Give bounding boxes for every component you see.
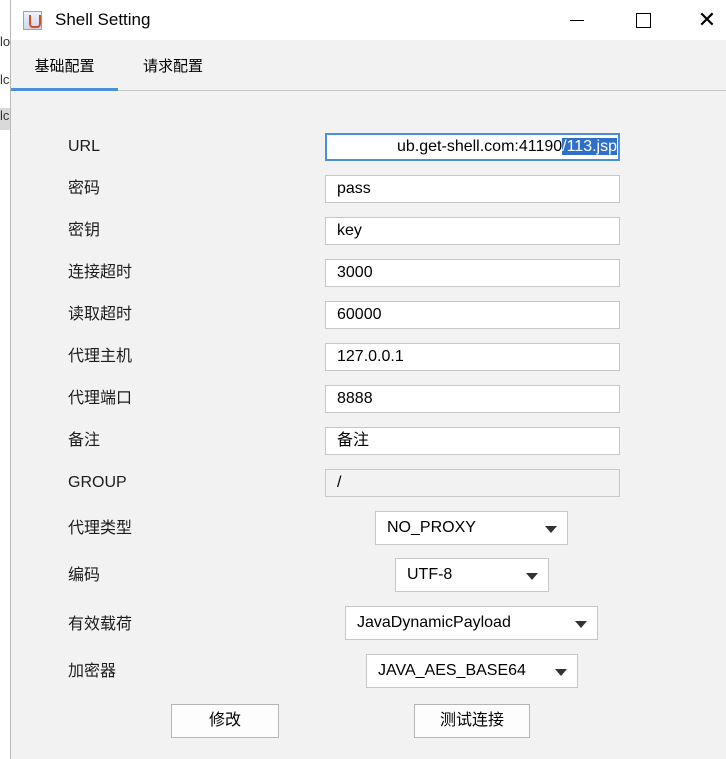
maximize-button[interactable]	[615, 0, 671, 40]
password-input[interactable]: pass	[325, 175, 620, 203]
password-label: 密码	[68, 180, 101, 197]
proxy-type-select[interactable]: NO_PROXY	[375, 511, 568, 545]
url-selected-text: /113.jsp	[562, 138, 617, 155]
remark-label: 备注	[68, 432, 101, 449]
payload-label: 有效载荷	[68, 616, 133, 633]
background-list-item-selected: lc	[0, 108, 10, 130]
connect-timeout-input[interactable]: 3000	[325, 259, 620, 287]
background-list-item: lc	[0, 72, 10, 87]
url-label: URL	[68, 138, 101, 155]
proxy-port-label: 代理端口	[68, 390, 133, 407]
close-icon: ✕	[697, 7, 717, 32]
tab-basic-config[interactable]: 基础配置	[11, 40, 118, 91]
proxy-host-input[interactable]: 127.0.0.1	[325, 343, 620, 371]
chevron-down-icon	[555, 669, 567, 676]
shell-setting-dialog: Shell Setting ✕ 基础配置 请求配置 URL 密码 密钥 连接超时…	[11, 0, 726, 759]
chevron-down-icon	[526, 573, 538, 580]
encoding-label: 编码	[68, 567, 101, 584]
encryptor-label: 加密器	[68, 663, 117, 680]
read-timeout-label: 读取超时	[68, 306, 133, 323]
maximize-icon	[635, 12, 651, 28]
close-button[interactable]: ✕	[679, 0, 726, 40]
encryptor-select[interactable]: JAVA_AES_BASE64	[366, 654, 578, 688]
connect-timeout-label: 连接超时	[68, 264, 133, 281]
java-app-icon	[23, 10, 42, 30]
minimize-button[interactable]	[549, 0, 605, 40]
proxy-port-input[interactable]: 8888	[325, 385, 620, 413]
proxy-host-label: 代理主机	[68, 348, 133, 365]
key-label: 密钥	[68, 222, 101, 239]
payload-value: JavaDynamicPayload	[357, 614, 511, 631]
chevron-down-icon	[575, 621, 587, 628]
background-list-item: lo	[0, 34, 11, 49]
url-input[interactable]: ub.get-shell.com:41190/113.jsp	[325, 133, 620, 161]
payload-select[interactable]: JavaDynamicPayload	[345, 606, 598, 640]
read-timeout-input[interactable]: 60000	[325, 301, 620, 329]
remark-input[interactable]: 备注	[325, 427, 620, 455]
background-window: lo lc lc	[0, 0, 11, 759]
proxy-type-label: 代理类型	[68, 520, 133, 537]
modify-button[interactable]: 修改	[171, 704, 279, 738]
title-bar[interactable]: Shell Setting ✕	[11, 0, 726, 40]
chevron-down-icon	[545, 526, 557, 533]
url-text: ub.get-shell.com:41190	[397, 138, 563, 155]
group-label: GROUP	[68, 474, 127, 491]
key-input[interactable]: key	[325, 217, 620, 245]
tab-request-config[interactable]: 请求配置	[123, 40, 223, 90]
proxy-type-value: NO_PROXY	[387, 519, 476, 536]
encoding-select[interactable]: UTF-8	[395, 558, 549, 592]
test-connection-button[interactable]: 测试连接	[414, 704, 530, 738]
encoding-value: UTF-8	[407, 566, 453, 583]
group-input: /	[325, 469, 620, 497]
tab-bar: 基础配置 请求配置	[11, 40, 726, 91]
window-title: Shell Setting	[55, 10, 151, 29]
encryptor-value: JAVA_AES_BASE64	[378, 662, 526, 679]
minimize-icon	[570, 19, 584, 21]
